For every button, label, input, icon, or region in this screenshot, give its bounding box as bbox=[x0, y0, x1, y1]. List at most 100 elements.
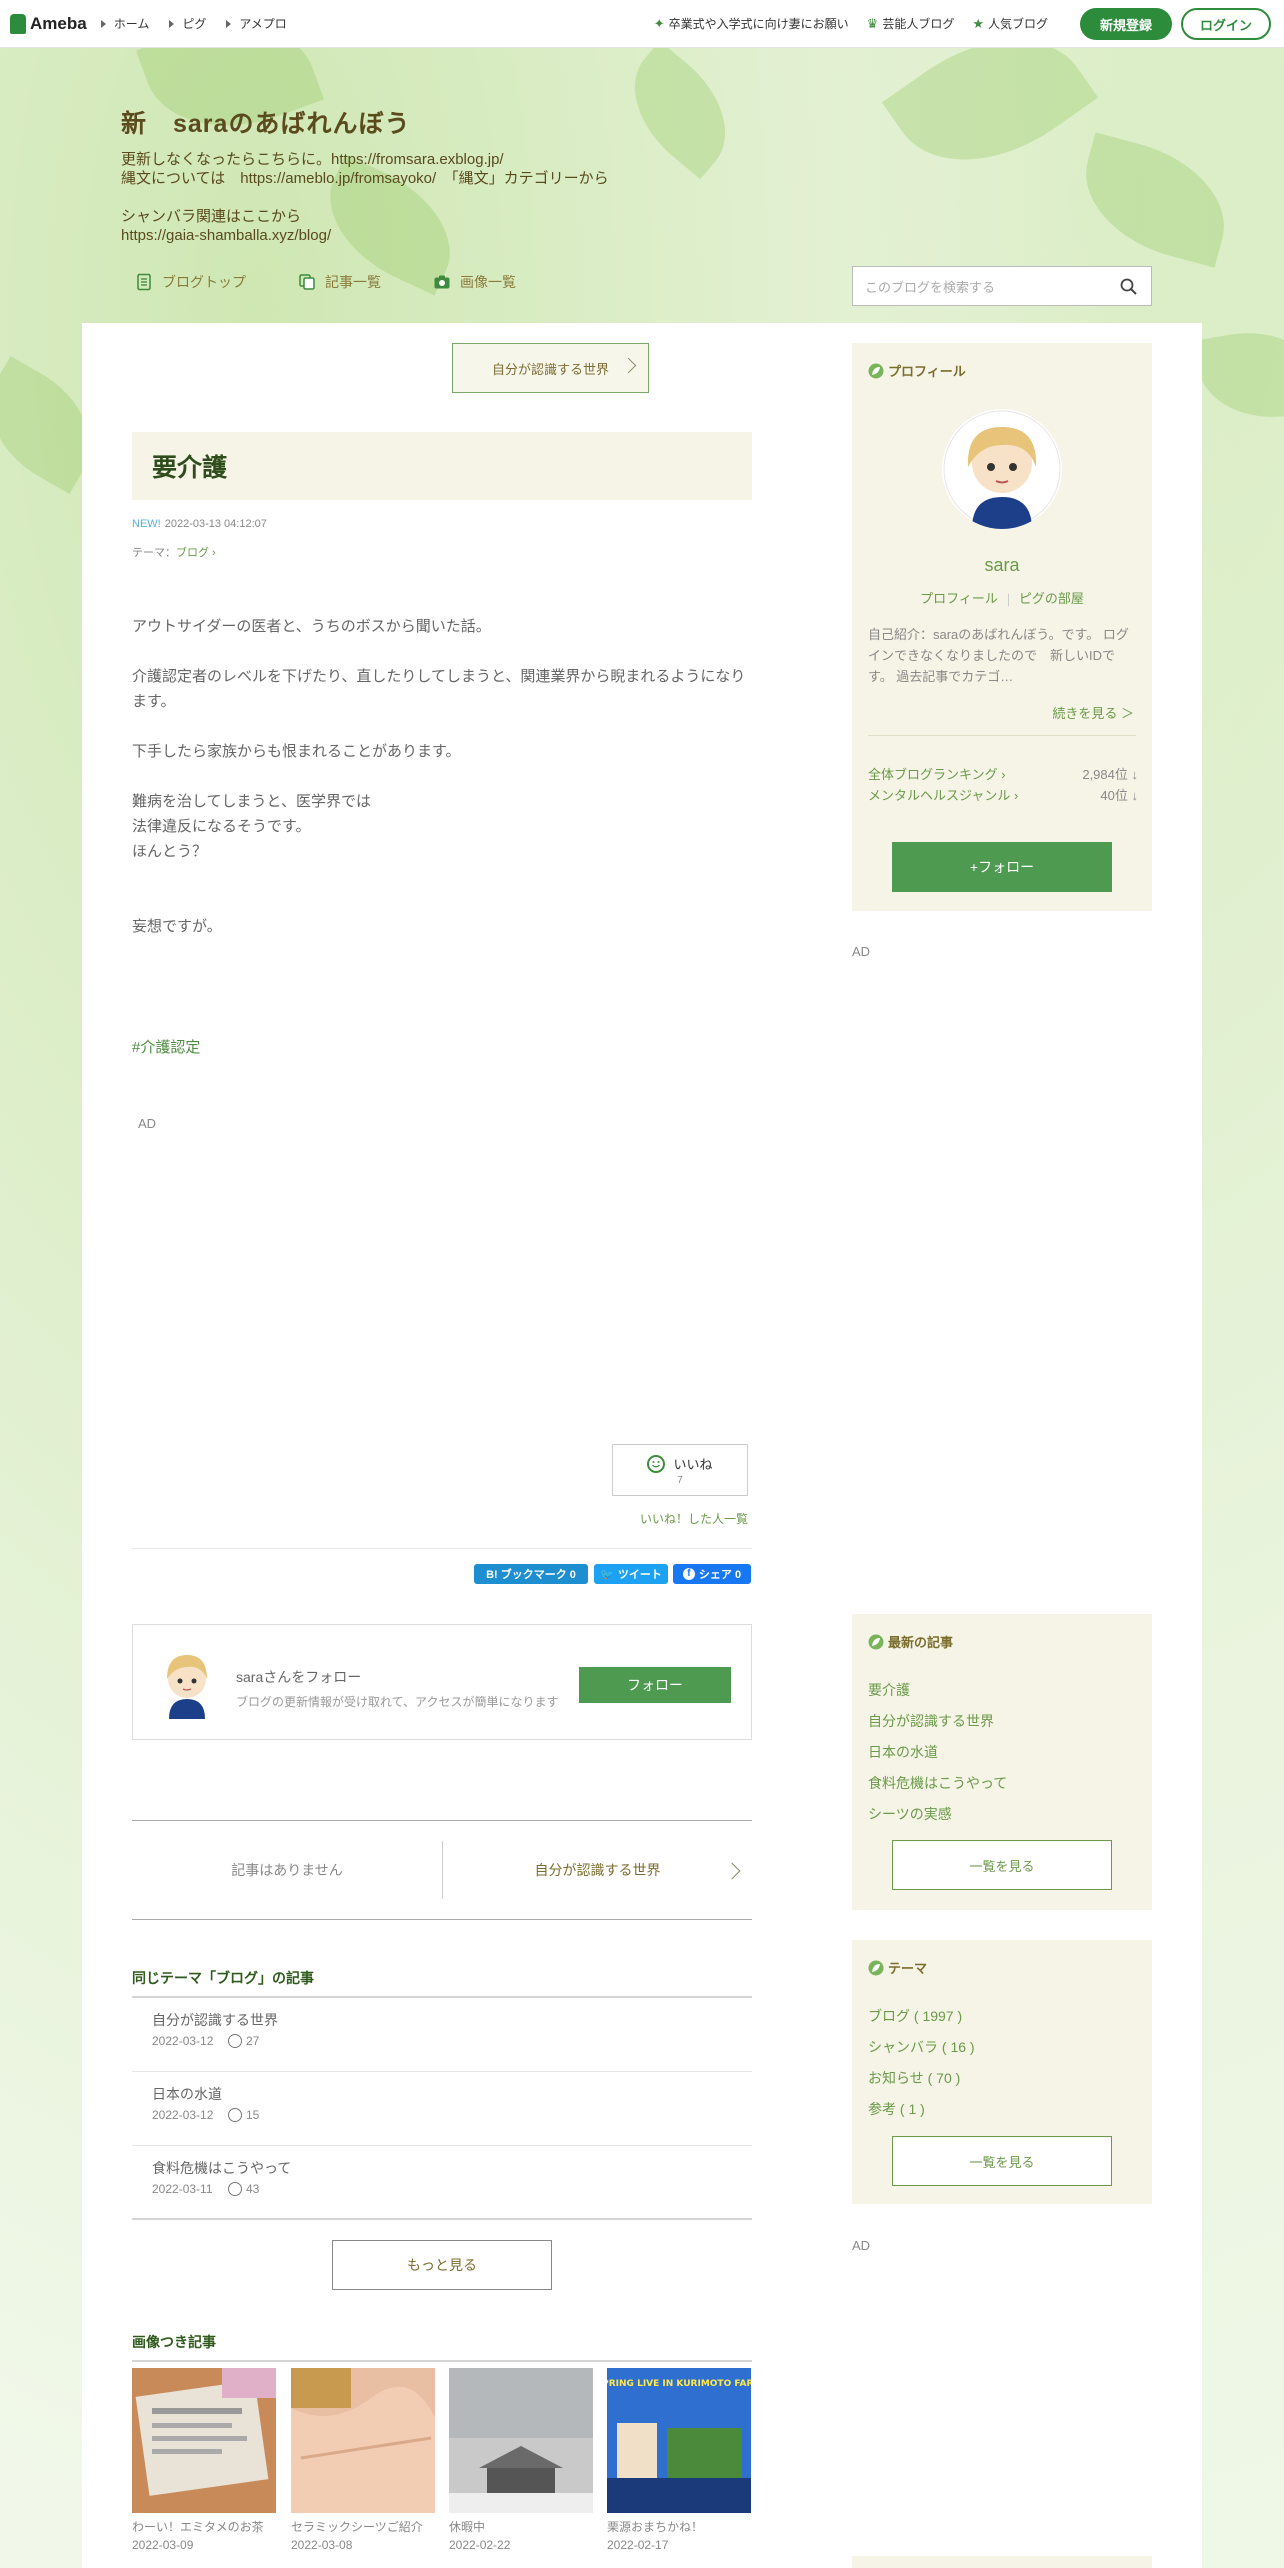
follow-title: saraさんをフォロー bbox=[236, 1669, 362, 1685]
profile-avatar[interactable] bbox=[942, 409, 1062, 529]
blog-nav-entries[interactable]: 記事一覧 bbox=[298, 272, 381, 292]
topbar-link-popular[interactable]: ★ 人気ブログ bbox=[972, 15, 1048, 32]
theme-item[interactable]: お知らせ ( 70 ) bbox=[868, 2068, 960, 2088]
article-body: アウトサイダーの医者と、うちのボスから聞いた話。 介護認定者のレベルを下げたり、… bbox=[132, 618, 746, 935]
pigg-room-link[interactable]: ピグの部屋 bbox=[1019, 591, 1084, 606]
theme-link[interactable]: ブログ bbox=[176, 547, 209, 559]
hashtag-link[interactable]: #介護認定 bbox=[132, 1036, 200, 1057]
login-button[interactable]: ログイン bbox=[1181, 8, 1271, 40]
latest-articles-panel: 最新の記事 要介護 自分が認識する世界 日本の水道 食料危機はこうやって シーツ… bbox=[852, 1614, 1152, 1910]
pager-next[interactable]: 自分が認識する世界 bbox=[443, 1821, 752, 1919]
themes-all-button[interactable]: 一覧を見る bbox=[892, 2136, 1112, 2186]
nav-home[interactable]: ホーム bbox=[100, 15, 149, 32]
same-theme-item[interactable]: 食料危機はこうやって 2022-03-11 43 bbox=[132, 2146, 752, 2220]
global-header: Ameba ホーム ピグ アメプロ ✦ 卒業式や入学式に向け妻にお願い ♛ 芸能人ブ… bbox=[0, 0, 1284, 48]
tweet-button[interactable]: 🐦 ツイート bbox=[594, 1564, 668, 1584]
more-button[interactable]: もっと見る bbox=[332, 2240, 552, 2290]
ranking-all[interactable]: 全体ブログランキング › 2,984位 ↓ bbox=[868, 764, 1138, 783]
latest-item[interactable]: 自分が認識する世界 bbox=[868, 1711, 994, 1731]
hatena-bookmark-button[interactable]: B! ブックマーク 0 bbox=[474, 1564, 588, 1584]
chevron-right-icon bbox=[620, 357, 637, 374]
thumbnail-caption[interactable]: 栗源おまちかね！ bbox=[607, 2518, 757, 2535]
sidebar-follow-button[interactable]: +フォロー bbox=[892, 842, 1112, 892]
thumbnail-image[interactable] bbox=[291, 2368, 435, 2513]
search-icon[interactable] bbox=[1120, 278, 1137, 295]
like-list-link[interactable]: いいね！した人一覧 bbox=[640, 1510, 748, 1527]
smile-icon bbox=[228, 2034, 242, 2048]
thumbnail-caption[interactable]: セラミックシーツご紹介 bbox=[291, 2518, 441, 2535]
document-icon bbox=[137, 273, 151, 291]
prev-article-button[interactable]: 自分が認識する世界 bbox=[452, 343, 649, 393]
theme-item[interactable]: シャンバラ ( 16 ) bbox=[868, 2037, 975, 2057]
topbar-link-celebrity[interactable]: ♛ 芸能人ブログ bbox=[867, 15, 955, 32]
ameba-mark-icon bbox=[10, 13, 26, 34]
article-meta: NEW! 2022-03-13 04:12:07 bbox=[132, 518, 267, 530]
article-date: 2022-03-13 04:12:07 bbox=[164, 518, 267, 530]
ameba-logo[interactable]: Ameba bbox=[10, 13, 87, 34]
profile-more-link[interactable]: 続きを見る ＞ bbox=[1052, 703, 1134, 722]
latest-item[interactable]: 日本の水道 bbox=[868, 1742, 938, 1762]
nav-amepro[interactable]: アメプロ bbox=[226, 15, 287, 32]
like-count: 7 bbox=[677, 1475, 683, 1486]
ad-label: AD bbox=[852, 2238, 871, 2253]
new-badge: NEW! bbox=[132, 518, 161, 530]
thumbnail-image[interactable] bbox=[132, 2368, 276, 2513]
latest-item[interactable]: 食料危機はこうやって bbox=[868, 1773, 1007, 1793]
blog-search-input[interactable]: このブログを検索する bbox=[852, 266, 1152, 306]
blog-title[interactable]: 新 saraのあばれんぼう bbox=[121, 104, 821, 140]
blog-nav-images[interactable]: 画像一覧 bbox=[433, 272, 516, 292]
profile-links: プロフィール ピグの部屋 bbox=[852, 588, 1152, 607]
latest-all-button[interactable]: 一覧を見る bbox=[892, 1840, 1112, 1890]
chevron-right-icon bbox=[723, 1862, 741, 1880]
register-button[interactable]: 新規登録 bbox=[1080, 8, 1172, 40]
follow-button[interactable]: フォロー bbox=[579, 1667, 731, 1703]
follow-desc: ブログの更新情報が受け取れて、アクセスが簡単になります bbox=[236, 1695, 559, 1709]
like-button[interactable]: いいね 7 bbox=[612, 1444, 748, 1496]
blog-description: 更新しなくなったらこちらに。https://fromsara.exblog.jp… bbox=[121, 151, 609, 244]
profile-intro: 自己紹介：saraのあばれんぼう。です。 ログインできなくなりましたので 新しい… bbox=[868, 627, 1129, 684]
latest-item[interactable]: 要介護 bbox=[868, 1680, 910, 1700]
sidebar-panel-edge bbox=[852, 2556, 1152, 2568]
avatar bbox=[167, 1655, 207, 1719]
blog-nav-top[interactable]: ブログトップ bbox=[135, 272, 246, 292]
leaf-icon bbox=[868, 363, 884, 378]
star-icon: ★ bbox=[972, 15, 984, 31]
theme-item[interactable]: ブログ ( 1997 ) bbox=[868, 2006, 962, 2026]
blog-header: 新 saraのあばれんぼう 更新しなくなったらこちらに。https://from… bbox=[121, 104, 821, 245]
divider bbox=[1007, 593, 1009, 606]
triangle-icon bbox=[169, 19, 175, 28]
latest-item[interactable]: シーツの実感 bbox=[868, 1804, 952, 1824]
themes-heading: テーマ bbox=[868, 1958, 927, 1977]
ranking-genre[interactable]: メンタルヘルスジャンル › 40位 ↓ bbox=[868, 785, 1138, 804]
latest-heading: 最新の記事 bbox=[868, 1632, 953, 1651]
thumbnail-date: 2022-02-17 bbox=[607, 2538, 669, 2552]
thumbnail-date: 2022-03-08 bbox=[291, 2538, 353, 2552]
thumbnail-caption[interactable]: わーい！エミタメのお茶 bbox=[132, 2518, 282, 2535]
nav-pigg[interactable]: ピグ bbox=[169, 15, 206, 32]
facebook-share-button[interactable]: f シェア 0 bbox=[673, 1564, 751, 1584]
camera-icon bbox=[434, 275, 450, 289]
crown-icon: ♛ bbox=[866, 15, 879, 31]
smile-icon bbox=[228, 2108, 242, 2122]
thumbnail-image[interactable]: SPRING LIVE IN KURIMOTO FARM bbox=[607, 2368, 751, 2513]
thumbnail-date: 2022-03-09 bbox=[132, 2538, 194, 2552]
profile-panel: プロフィール sara プロフィール ピグの部屋 自己紹介：saraのあばれんぼう… bbox=[852, 343, 1152, 911]
sparkle-icon: ✦ bbox=[653, 15, 665, 31]
topbar-link-topic[interactable]: ✦ 卒業式や入学式に向け妻にお願い bbox=[654, 15, 849, 32]
profile-name[interactable]: sara bbox=[852, 555, 1152, 576]
thumbnail-image[interactable] bbox=[449, 2368, 593, 2513]
blog-nav: ブログトップ 記事一覧 画像一覧 bbox=[135, 272, 568, 292]
article-title[interactable]: 要介護 bbox=[152, 448, 227, 484]
profile-heading: プロフィール bbox=[868, 361, 966, 380]
ad-label: AD bbox=[138, 1116, 157, 1131]
same-theme-heading: 同じテーマ「ブログ」の記事 bbox=[132, 1968, 752, 1998]
thumbnail-caption[interactable]: 休暇中 bbox=[449, 2518, 599, 2535]
same-theme-item[interactable]: 日本の水道 2022-03-12 15 bbox=[132, 2072, 752, 2146]
article-pager: 記事はありません 自分が認識する世界 bbox=[132, 1820, 752, 1920]
same-theme-item[interactable]: 自分が認識する世界 2022-03-12 27 bbox=[132, 1998, 752, 2072]
facebook-icon: f bbox=[682, 1568, 695, 1580]
theme-item[interactable]: 参考 ( 1 ) bbox=[868, 2099, 925, 2119]
svg-text:SPRING LIVE IN KURIMOTO FARM: SPRING LIVE IN KURIMOTO FARM bbox=[607, 2379, 751, 2389]
thumbnail-date: 2022-02-22 bbox=[449, 2538, 511, 2552]
profile-link[interactable]: プロフィール bbox=[920, 591, 998, 606]
